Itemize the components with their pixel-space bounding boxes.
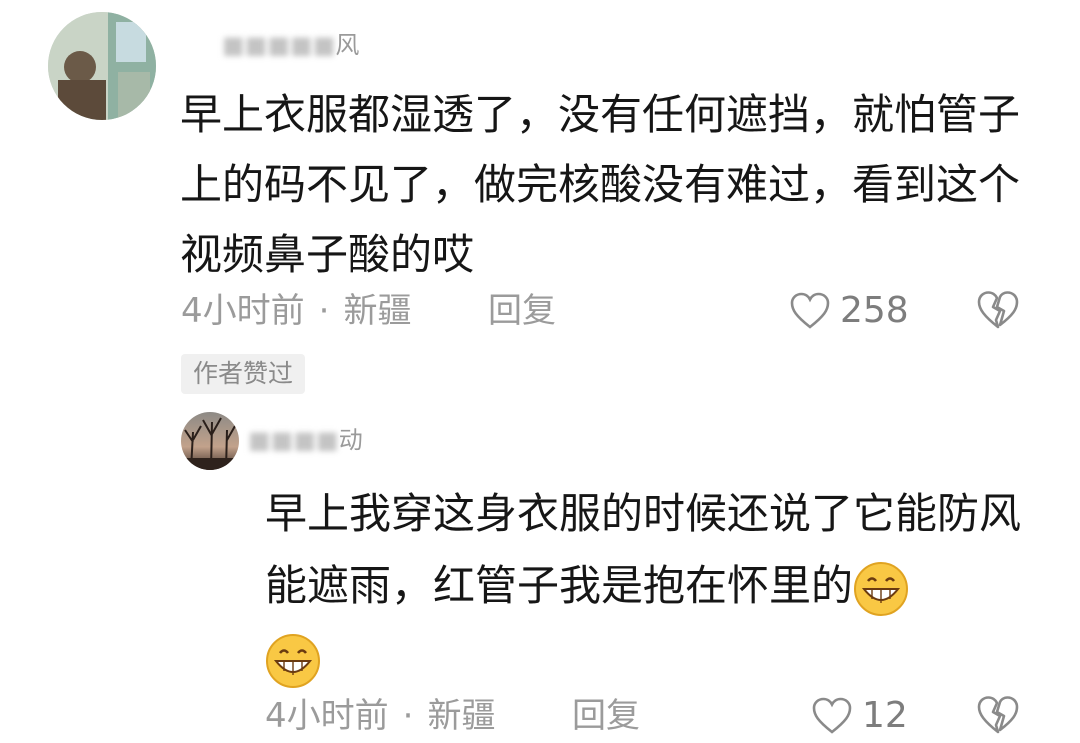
avatar[interactable] xyxy=(181,412,239,470)
separator: · xyxy=(402,696,414,736)
comment-meta: 4小时前 · 新疆 xyxy=(265,695,495,737)
dislike-button[interactable] xyxy=(976,290,1020,332)
comment-text: 早上我穿这身衣服的时候还说了它能防风能遮雨，红管子我是抱在怀里的 xyxy=(265,478,1045,694)
location: 新疆 xyxy=(427,696,496,736)
username[interactable]: ■■■■■风 xyxy=(222,25,359,59)
comment-text: 早上衣服都湿透了，没有任何遮挡，就怕管子上的码不见了，做完核酸没有难过，看到这个… xyxy=(180,90,1021,279)
broken-heart-icon xyxy=(977,291,1019,329)
like-count: 12 xyxy=(862,695,908,736)
grinning-face-icon xyxy=(854,561,909,616)
like-count: 258 xyxy=(840,290,909,331)
reply-button[interactable]: 回复 xyxy=(572,695,640,737)
separator: · xyxy=(318,291,330,331)
broken-heart-icon xyxy=(977,696,1019,734)
timestamp: 4小时前 xyxy=(181,291,305,331)
timestamp: 4小时前 xyxy=(265,696,389,736)
like-button[interactable]: 258 xyxy=(790,290,909,331)
avatar[interactable] xyxy=(48,12,156,120)
username[interactable]: ■■■■动 xyxy=(248,420,363,460)
like-button[interactable]: 12 xyxy=(812,695,908,736)
reply-button[interactable]: 回复 xyxy=(488,290,556,332)
comment-meta: 4小时前 · 新疆 xyxy=(181,290,411,332)
heart-outline-icon xyxy=(812,697,852,734)
grinning-face-icon xyxy=(266,633,320,688)
dislike-button[interactable] xyxy=(976,695,1020,737)
author-liked-badge: 作者赞过 xyxy=(181,354,306,394)
heart-outline-icon xyxy=(790,292,830,329)
location: 新疆 xyxy=(343,291,412,331)
